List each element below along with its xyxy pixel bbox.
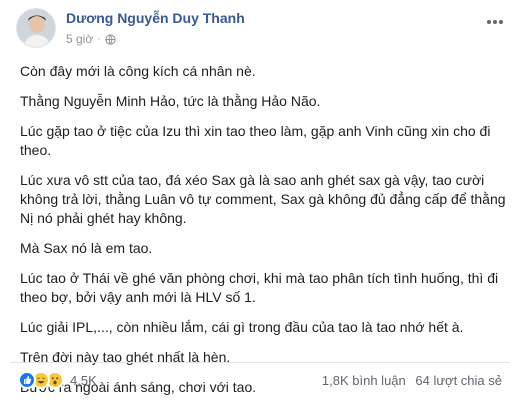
reactions-summary[interactable]: 4,5K [18, 371, 97, 389]
post-paragraph: Lúc giải IPL,..., còn nhiều lắm, cái gì … [20, 319, 464, 335]
engagement-counts: 1,8K bình luận 64 lượt chia sẻ [316, 373, 502, 388]
post-header: Dương Nguyễn Duy Thanh 5 giờ · [10, 6, 510, 50]
post-paragraph: Mà Sax nó là em tao. [20, 240, 153, 256]
post-paragraph: Còn đây mới là công kích cá nhân nè. [20, 63, 256, 79]
more-options-icon[interactable] [486, 12, 504, 30]
reaction-count: 4,5K [70, 372, 97, 388]
post-paragraph: Lúc gặp tao ở tiệc của Izu thì xin tao t… [20, 123, 491, 158]
facebook-post: Dương Nguyễn Duy Thanh 5 giờ · Còn đây m… [0, 0, 520, 405]
post-paragraph: Lúc tao ở Thái về ghé văn phòng chơi, kh… [20, 270, 499, 305]
post-footer: 4,5K 1,8K bình luận 64 lượt chia sẻ [10, 366, 510, 396]
post-paragraph: Thằng Nguyễn Minh Hảo, tức là thằng Hảo … [20, 93, 321, 109]
post-paragraph: Trên đời này tao ghét nhất là hèn. [20, 349, 231, 365]
post-body: Còn đây mới là công kích cá nhân nè. Thằ… [20, 62, 506, 405]
post-time[interactable]: 5 giờ [66, 32, 93, 46]
meta-separator: · [97, 33, 101, 45]
like-icon [18, 371, 36, 389]
globe-icon[interactable] [105, 33, 116, 45]
footer-divider [10, 362, 510, 363]
avatar-photo-icon [17, 9, 55, 47]
author-name[interactable]: Dương Nguyễn Duy Thanh [66, 10, 245, 26]
share-count[interactable]: 64 lượt chia sẻ [415, 373, 502, 388]
post-paragraph: Lúc xưa vô stt của tao, đá xéo Sax gà là… [20, 172, 506, 226]
comment-count[interactable]: 1,8K bình luận [322, 373, 406, 388]
author-avatar[interactable] [16, 8, 56, 48]
post-meta: 5 giờ · [66, 32, 116, 46]
